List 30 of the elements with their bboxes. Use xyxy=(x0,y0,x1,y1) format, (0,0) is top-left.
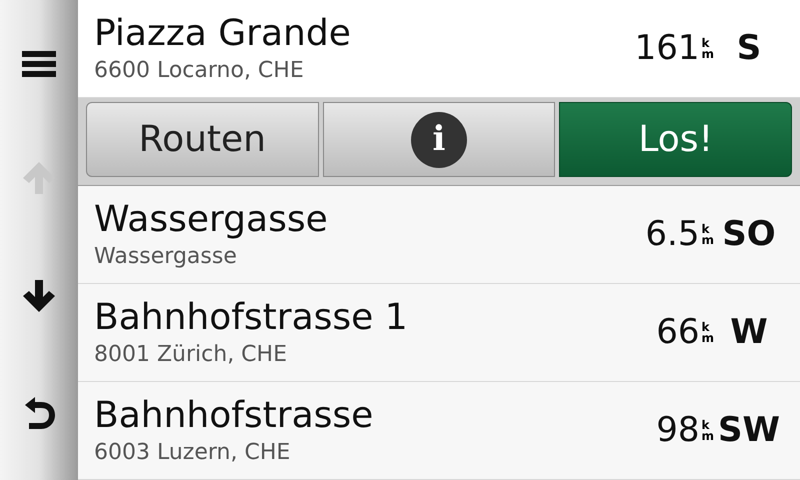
unit-lower: m xyxy=(701,430,714,442)
distance-value: 98 xyxy=(656,409,700,452)
info-button[interactable]: i xyxy=(322,102,556,177)
place-name: Bahnhofstrasse 1 xyxy=(94,296,409,340)
routes-button[interactable]: Routen xyxy=(86,102,319,177)
unit-upper: k xyxy=(701,322,710,332)
place-name: Bahnhofstrasse xyxy=(94,394,374,438)
unit-lower: m xyxy=(701,332,714,344)
distance-value: 161 xyxy=(634,27,700,70)
unit-lower: m xyxy=(701,48,714,60)
direction-label: S xyxy=(736,27,762,70)
place-address: 6600 Locarno, CHE xyxy=(94,56,305,84)
unit-lower: m xyxy=(701,234,714,246)
place-name: Wassergasse xyxy=(94,198,329,242)
info-icon: i xyxy=(411,112,467,168)
unit-upper: k xyxy=(701,38,710,48)
direction-label: W xyxy=(729,311,769,354)
direction-label: SO xyxy=(721,213,777,256)
arrow-down-icon[interactable] xyxy=(21,278,57,314)
place-address: Wassergasse xyxy=(94,242,238,270)
distance-value: 6.5 xyxy=(645,213,700,256)
place-address: 6003 Luzern, CHE xyxy=(94,438,292,466)
place-name: Piazza Grande xyxy=(94,12,352,56)
distance-value: 66 xyxy=(656,311,700,354)
menu-icon[interactable] xyxy=(22,48,56,79)
direction-label: SW xyxy=(717,409,781,452)
place-address: 8001 Zürich, CHE xyxy=(94,340,288,368)
unit-upper: k xyxy=(701,420,710,430)
unit-upper: k xyxy=(701,224,710,234)
go-button[interactable]: Los! xyxy=(559,102,792,177)
